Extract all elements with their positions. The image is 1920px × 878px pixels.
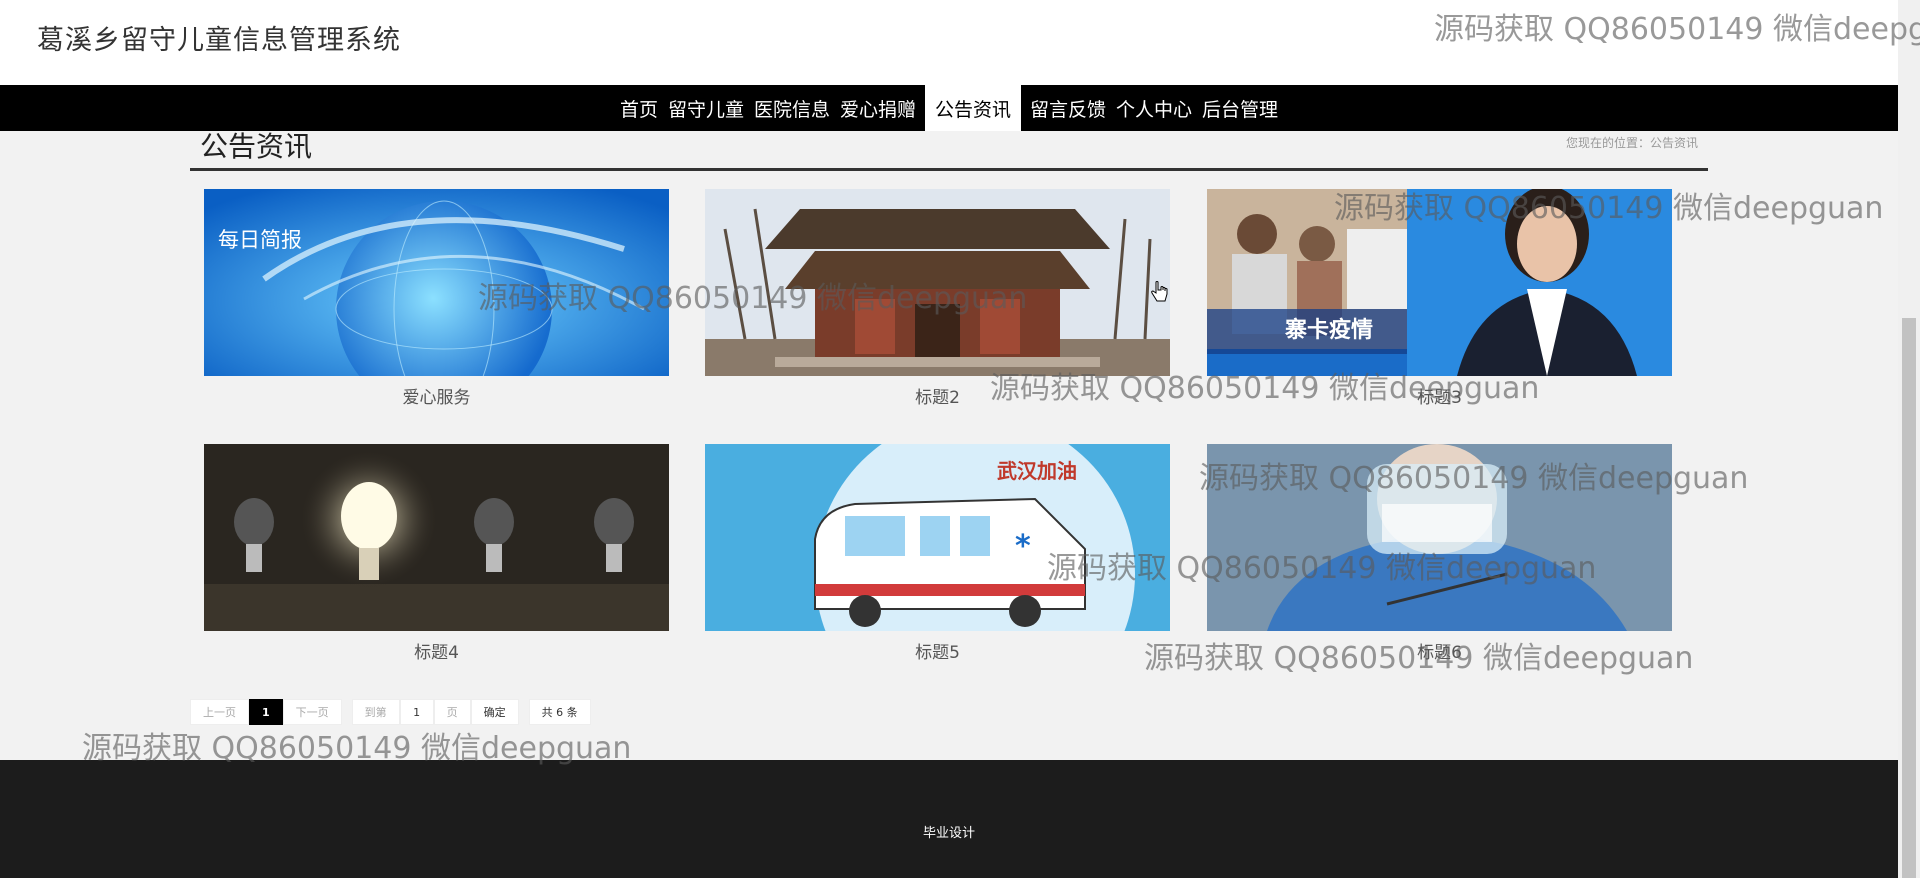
site-footer: 毕业设计 <box>0 760 1898 878</box>
breadcrumb: 您现在的位置：公告资讯 <box>1565 136 1698 150</box>
scrollbar-thumb[interactable] <box>1902 318 1916 878</box>
site-header: 葛溪乡留守儿童信息管理系统 <box>0 0 1898 85</box>
title-divider <box>190 168 1708 171</box>
pagoda-image[interactable] <box>705 189 1170 376</box>
news-card[interactable]: 标题6 <box>1207 444 1672 663</box>
next-page-button[interactable]: 下一页 <box>282 699 342 725</box>
nav-item-announcements[interactable]: 公告资讯 <box>925 85 1022 131</box>
news-card[interactable]: 武汉加油 * 标题5 <box>705 444 1170 663</box>
footer-text: 毕业设计 <box>922 826 975 841</box>
card-caption[interactable]: 标题2 <box>705 383 1170 408</box>
total-count: 共 6 条 <box>528 699 591 725</box>
card-overlay-text: 武汉加油 <box>997 459 1077 483</box>
ambulance-image[interactable]: 武汉加油 * <box>705 444 1170 631</box>
news-card[interactable]: 标题2 <box>705 189 1170 408</box>
nav-item-profile[interactable]: 个人中心 <box>1111 85 1197 131</box>
card-caption[interactable]: 标题6 <box>1207 638 1672 663</box>
site-title: 葛溪乡留守儿童信息管理系统 <box>37 25 401 56</box>
card-overlay-text: 寨卡疫情 <box>1284 317 1373 343</box>
globe-banner-image[interactable]: 每日简报 <box>204 189 669 376</box>
goto-prefix-label: 到第 <box>351 699 400 725</box>
light-bulbs-image[interactable] <box>204 444 669 631</box>
hand-cursor-icon <box>1150 280 1170 308</box>
goto-page-input[interactable]: 1 <box>399 699 434 725</box>
prev-page-button[interactable]: 上一页 <box>190 699 249 725</box>
current-page-button[interactable]: 1 <box>249 699 283 725</box>
nav-item-feedback[interactable]: 留言反馈 <box>1025 85 1111 131</box>
nav-item-home[interactable]: 首页 <box>615 85 663 131</box>
card-overlay-text: 每日简报 <box>218 228 302 252</box>
card-caption[interactable]: 标题4 <box>204 638 669 663</box>
nav-item-left-behind-children[interactable]: 留守儿童 <box>663 85 749 131</box>
pagination: 上一页 1 下一页 到第 1 页 确定 共 6 条 <box>190 698 591 726</box>
svg-text:*: * <box>1015 529 1031 564</box>
news-anchor-image[interactable]: 寨卡疫情 <box>1207 189 1672 376</box>
page-title: 公告资讯 <box>200 130 313 163</box>
nav-item-admin[interactable]: 后台管理 <box>1197 85 1283 131</box>
news-card[interactable]: 每日简报 爱心服务 <box>204 189 669 408</box>
card-caption[interactable]: 标题3 <box>1207 383 1672 408</box>
card-caption[interactable]: 标题5 <box>705 638 1170 663</box>
news-card[interactable]: 标题4 <box>204 444 669 663</box>
nav-item-donation[interactable]: 爱心捐赠 <box>835 85 921 131</box>
medical-worker-image[interactable] <box>1207 444 1672 631</box>
goto-suffix-label: 页 <box>433 699 471 725</box>
goto-confirm-button[interactable]: 确定 <box>470 699 519 725</box>
news-card[interactable]: 寨卡疫情 标题3 <box>1207 189 1672 408</box>
nav-item-hospital-info[interactable]: 医院信息 <box>749 85 835 131</box>
card-caption[interactable]: 爱心服务 <box>204 383 669 408</box>
